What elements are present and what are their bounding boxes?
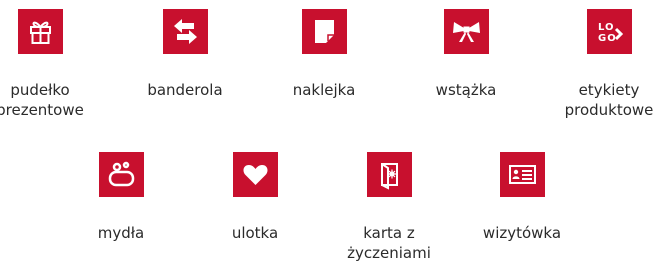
- product-ulotka[interactable]: ulotka: [195, 152, 315, 243]
- product-label: naklejka: [292, 81, 356, 99]
- logo-icon: LO GO: [586, 9, 632, 54]
- product-naklejka[interactable]: naklejka: [264, 9, 384, 100]
- product-mydla[interactable]: mydła: [61, 152, 181, 243]
- product-label: karta z życzeniami: [347, 224, 431, 262]
- greeting-card-icon: [366, 152, 412, 197]
- business-card-icon: [499, 152, 545, 197]
- product-pudelko[interactable]: pudełko prezentowe: [0, 9, 100, 120]
- product-etykiety[interactable]: LO GO etykiety produktowe: [549, 9, 660, 120]
- product-wstazka[interactable]: wstążka: [406, 9, 526, 100]
- product-label: pudełko prezentowe: [0, 81, 84, 119]
- band-arrows-icon: [162, 9, 208, 54]
- product-label: wizytówka: [482, 224, 562, 242]
- svg-text:LO: LO: [598, 22, 615, 33]
- product-label: ulotka: [231, 224, 279, 242]
- product-label: mydła: [97, 224, 145, 242]
- product-label: banderola: [147, 81, 223, 99]
- soap-icon: [98, 152, 144, 197]
- svg-text:GO: GO: [598, 33, 617, 44]
- heart-icon: [232, 152, 278, 197]
- bow-icon: [443, 9, 489, 54]
- gift-icon: [17, 9, 63, 54]
- sticker-icon: [301, 9, 347, 54]
- product-label: etykiety produktowe: [564, 81, 654, 119]
- product-wizytowka[interactable]: wizytówka: [462, 152, 582, 243]
- product-label: wstążka: [435, 81, 497, 99]
- product-banderola[interactable]: banderola: [125, 9, 245, 100]
- product-karta[interactable]: karta z życzeniami: [329, 152, 449, 263]
